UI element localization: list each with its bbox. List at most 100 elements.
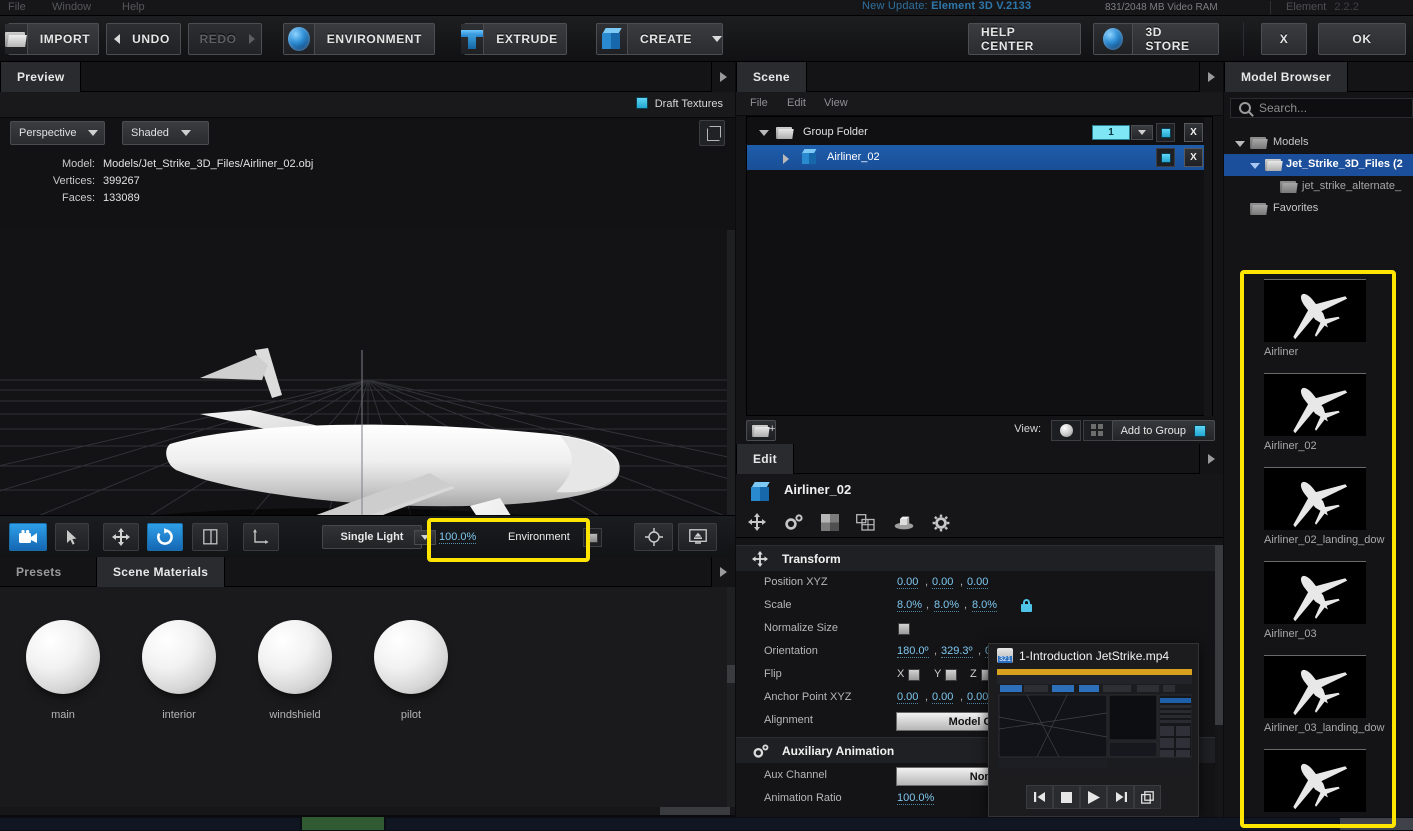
light-preset-dropdown[interactable]: Single Light bbox=[322, 525, 422, 549]
video-stop-button[interactable] bbox=[1053, 785, 1080, 809]
taskbar-tray[interactable] bbox=[1340, 818, 1413, 830]
thumbnail-item-airliner-03-landing[interactable]: Airliner_03_landing_dow bbox=[1224, 650, 1413, 744]
materials-scrollbar[interactable] bbox=[727, 587, 735, 815]
position-z-value[interactable]: 0.00 bbox=[967, 576, 989, 589]
lock-icon[interactable] bbox=[1021, 599, 1032, 612]
disclosure-triangle-down-icon[interactable] bbox=[759, 130, 769, 136]
tab-presets[interactable]: Presets bbox=[0, 557, 77, 587]
scale-y-value[interactable]: 8.0% bbox=[934, 599, 960, 612]
animation-tool-icon[interactable] bbox=[784, 514, 804, 534]
orientation-y-value[interactable]: 329.3º bbox=[941, 645, 973, 658]
menu-window[interactable]: Window bbox=[52, 1, 91, 13]
disclosure-triangle-right-icon[interactable] bbox=[783, 154, 789, 164]
thumbnail-item-airliner[interactable]: Airliner bbox=[1224, 274, 1413, 368]
scale-x-value[interactable]: 8.0% bbox=[897, 599, 923, 612]
scene-group-count-caret[interactable] bbox=[1131, 125, 1153, 140]
scene-tree-row-group[interactable]: Group Folder 1 X bbox=[747, 120, 1212, 145]
update-banner[interactable]: New Update: Element 3D V.2133 bbox=[862, 0, 1031, 12]
settings-tool-icon[interactable] bbox=[932, 514, 950, 535]
tab-model-browser[interactable]: Model Browser bbox=[1224, 62, 1348, 92]
edit-panel-menu[interactable] bbox=[1199, 444, 1223, 474]
store-button[interactable]: 3D STORE bbox=[1093, 23, 1219, 55]
scene-model-visibility-toggle[interactable] bbox=[1156, 148, 1175, 167]
preview-panel-menu[interactable] bbox=[711, 62, 735, 92]
video-player-overlay[interactable]: 1-Introduction JetStrike.mp4 bbox=[988, 643, 1199, 817]
tab-scene[interactable]: Scene bbox=[736, 62, 807, 92]
anchor-x-value[interactable]: 0.00 bbox=[897, 691, 919, 704]
thumbnail-item-airliner-03[interactable]: Airliner_03 bbox=[1224, 556, 1413, 650]
thumbnail-item-airliner-02-landing[interactable]: Airliner_02_landing_dow bbox=[1224, 462, 1413, 556]
scene-panel-menu[interactable] bbox=[1199, 62, 1223, 92]
browser-folder-tree[interactable]: Models Jet_Strike_3D_Files (2 jet_strike… bbox=[1224, 124, 1413, 274]
fit-to-screen-button[interactable] bbox=[678, 523, 717, 551]
video-play-button[interactable] bbox=[1080, 785, 1107, 809]
scene-tree-row-model[interactable]: Airliner_02 X bbox=[747, 145, 1212, 170]
menu-help[interactable]: Help bbox=[122, 1, 145, 13]
center-view-button[interactable] bbox=[634, 523, 673, 551]
tab-scene-materials[interactable]: Scene Materials bbox=[96, 557, 226, 587]
video-stage[interactable] bbox=[997, 669, 1192, 769]
add-to-group-button[interactable]: Add to Group bbox=[1111, 420, 1215, 441]
help-center-button[interactable]: HELP CENTER bbox=[968, 23, 1081, 55]
tab-preview[interactable]: Preview bbox=[0, 62, 82, 92]
create-button[interactable]: CREATE bbox=[596, 23, 723, 55]
light-intensity-value[interactable]: 100.0% bbox=[439, 531, 477, 544]
video-previous-button[interactable] bbox=[1026, 785, 1053, 809]
orientation-x-value[interactable]: 180.0º bbox=[897, 645, 929, 658]
shading-mode-dropdown[interactable]: Shaded bbox=[122, 121, 209, 145]
browser-tree-row-favorites[interactable]: Favorites bbox=[1224, 198, 1413, 220]
material-swatch-windshield[interactable] bbox=[258, 620, 332, 694]
new-group-folder-button[interactable]: + bbox=[746, 420, 776, 441]
browser-tree-row-jetstrike[interactable]: Jet_Strike_3D_Files (2 bbox=[1224, 154, 1413, 176]
draft-textures-toggle[interactable]: Draft Textures bbox=[635, 97, 723, 110]
material-tool-icon[interactable] bbox=[821, 514, 839, 534]
select-tool-button[interactable] bbox=[55, 523, 89, 551]
expand-viewport-icon[interactable] bbox=[699, 120, 725, 146]
flip-x-checkbox[interactable] bbox=[908, 669, 920, 681]
import-button[interactable]: IMPORT bbox=[4, 23, 99, 55]
ok-button[interactable]: OK bbox=[1318, 23, 1406, 55]
position-x-value[interactable]: 0.00 bbox=[897, 576, 919, 589]
extrude-button[interactable]: EXTRUDE bbox=[461, 23, 567, 55]
normalize-size-checkbox[interactable] bbox=[898, 623, 910, 635]
disclosure-triangle-down-icon[interactable] bbox=[1250, 163, 1260, 169]
menu-file[interactable]: File bbox=[8, 1, 26, 13]
axis-tool-button[interactable] bbox=[243, 523, 279, 551]
move-tool-button[interactable] bbox=[103, 523, 139, 551]
undo-button[interactable]: UNDO bbox=[106, 23, 181, 55]
thumbnail-item-airliner-02[interactable]: Airliner_02 bbox=[1224, 368, 1413, 462]
material-swatch-interior[interactable] bbox=[142, 620, 216, 694]
flip-y-checkbox[interactable] bbox=[945, 669, 957, 681]
ambient-occlusion-tool-icon[interactable] bbox=[894, 515, 914, 533]
scale-z-value[interactable]: 8.0% bbox=[972, 599, 998, 612]
materials-panel-menu[interactable] bbox=[711, 557, 735, 587]
taskbar-active-item[interactable] bbox=[302, 817, 384, 830]
light-preset-caret[interactable] bbox=[414, 530, 436, 545]
scene-menu-view[interactable]: View bbox=[824, 97, 848, 109]
tab-edit[interactable]: Edit bbox=[736, 444, 794, 474]
material-swatch-main[interactable] bbox=[26, 620, 100, 694]
scene-menu-edit[interactable]: Edit bbox=[787, 97, 806, 109]
anchor-z-value[interactable]: 0.00 bbox=[967, 691, 989, 704]
camera-tool-button[interactable] bbox=[9, 523, 47, 551]
scene-group-count[interactable]: 1 bbox=[1092, 125, 1130, 140]
scene-group-visibility-toggle[interactable] bbox=[1156, 123, 1175, 142]
scene-menu-file[interactable]: File bbox=[750, 97, 768, 109]
camera-mode-dropdown[interactable]: Perspective bbox=[10, 121, 105, 145]
edit-scrollbar[interactable] bbox=[1215, 545, 1223, 831]
environment-button[interactable]: ENVIRONMENT bbox=[283, 23, 435, 55]
video-next-button[interactable] bbox=[1107, 785, 1134, 809]
disclosure-triangle-down-icon[interactable] bbox=[1235, 141, 1245, 147]
scene-tree[interactable]: Group Folder 1 X Airliner_02 X bbox=[746, 116, 1213, 417]
material-swatch-pilot[interactable] bbox=[374, 620, 448, 694]
view-material-mode-button[interactable] bbox=[1051, 420, 1081, 441]
browser-tree-row-alternate[interactable]: jet_strike_alternate_ bbox=[1224, 176, 1413, 198]
transform-tool-icon[interactable] bbox=[748, 513, 766, 534]
model-thumbnail-list[interactable]: Airliner Airliner_02 Airliner_02_landing… bbox=[1224, 274, 1413, 831]
scene-model-delete-button[interactable]: X bbox=[1184, 148, 1203, 167]
environment-light-toggle[interactable] bbox=[583, 528, 602, 547]
video-popout-button[interactable] bbox=[1134, 785, 1161, 809]
materials-scrollbar-h[interactable] bbox=[0, 807, 735, 815]
animation-ratio-value[interactable]: 100.0% bbox=[897, 792, 935, 805]
rotate-tool-button[interactable] bbox=[147, 523, 183, 551]
